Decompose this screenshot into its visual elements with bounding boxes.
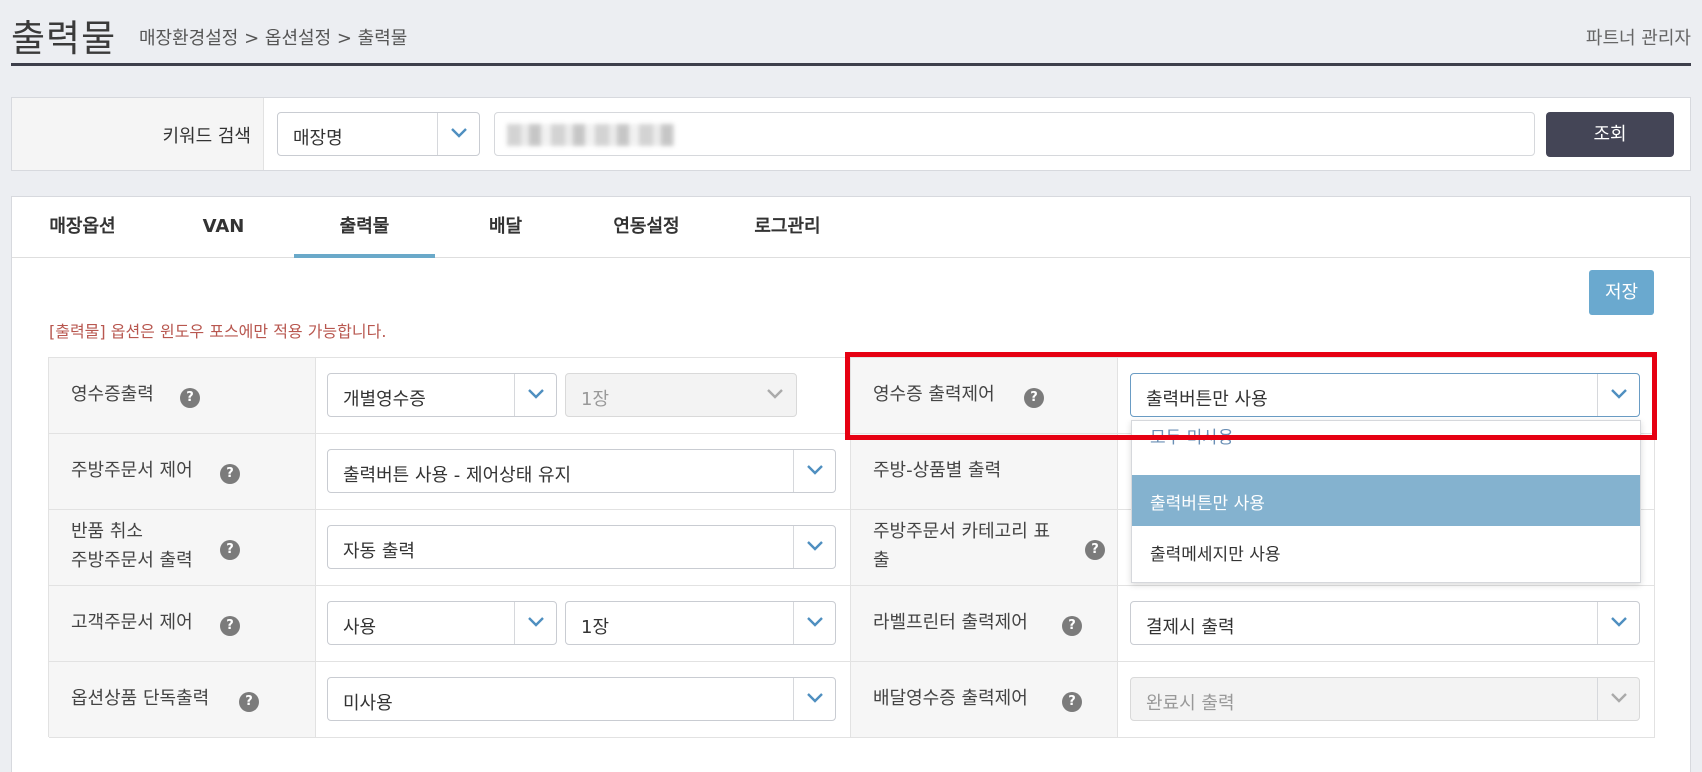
- tab-printouts[interactable]: 출력물: [294, 197, 435, 258]
- help-icon[interactable]: ?: [180, 388, 200, 408]
- option-label-cell: 옵션상품 단독출력 ?: [49, 662, 316, 737]
- page-header: 출력물 매장환경설정 > 옵션설정 > 출력물 파트너 관리자: [11, 0, 1691, 66]
- save-button[interactable]: 저장: [1589, 270, 1654, 315]
- partner-admin-label[interactable]: 파트너 관리자: [1586, 24, 1691, 50]
- chevron-down-icon: [514, 602, 556, 644]
- option-label-cell: 영수증출력 ?: [49, 358, 316, 433]
- help-icon[interactable]: ?: [239, 692, 259, 712]
- chevron-down-icon: [793, 526, 835, 568]
- option-value-cell: 자동 출력: [316, 510, 851, 585]
- redacted-search-text: [507, 124, 675, 146]
- chevron-down-icon: [1597, 602, 1639, 644]
- search-label: 키워드 검색: [162, 126, 251, 147]
- option-label-cell: 주방주문서 카테고리 표 출 ?: [851, 510, 1118, 585]
- option-label-line1: 주방주문서 카테고리 표: [873, 521, 1051, 542]
- tab-integration[interactable]: 연동설정: [576, 197, 717, 258]
- option-label-cell: 반품 취소 주방주문서 출력 ?: [49, 510, 316, 585]
- option-single-select[interactable]: 미사용: [327, 677, 836, 721]
- help-icon[interactable]: ?: [220, 464, 240, 484]
- search-button[interactable]: 조회: [1546, 112, 1674, 157]
- chevron-down-icon: [437, 113, 479, 155]
- kitchen-control-select[interactable]: 출력버튼 사용 - 제어상태 유지: [327, 449, 836, 493]
- table-row: 고객주문서 제어 ? 사용 1장 라벨프린터 출력제어 ? 결제시 출력: [49, 586, 1655, 662]
- option-value-cell: 완료시 출력: [1118, 662, 1655, 737]
- search-label-cell: 키워드 검색: [12, 98, 264, 170]
- help-icon[interactable]: ?: [220, 540, 240, 560]
- delivery-receipt-select[interactable]: 완료시 출력: [1130, 677, 1640, 721]
- option-label: 라벨프린터 출력제어: [873, 612, 1028, 633]
- option-label: 옵션상품 단독출력: [71, 688, 210, 709]
- help-icon[interactable]: ?: [1085, 540, 1105, 560]
- search-panel: 키워드 검색 매장명 조회: [11, 97, 1691, 171]
- option-label-line2: 출: [873, 550, 890, 571]
- breadcrumb: 매장환경설정 > 옵션설정 > 출력물: [139, 28, 408, 49]
- return-cancel-select[interactable]: 자동 출력: [327, 525, 836, 569]
- chevron-down-icon: [793, 602, 835, 644]
- option-value-cell: 미사용: [316, 662, 851, 737]
- customer-copies-select[interactable]: 1장: [565, 601, 836, 645]
- chevron-down-icon: [793, 678, 835, 720]
- receipt-control-dropdown-list: 모두 미사용 출력버튼만 사용 출력메세지만 사용: [1131, 420, 1641, 583]
- chevron-down-icon: [793, 450, 835, 492]
- table-row: 옵션상품 단독출력 ? 미사용 배달영수증 출력제어 ? 완료시 출력: [49, 662, 1655, 738]
- option-label-cell: 라벨프린터 출력제어 ?: [851, 586, 1118, 661]
- option-value-cell: 개별영수증 1장: [316, 358, 851, 433]
- help-icon[interactable]: ?: [1062, 692, 1082, 712]
- option-label-cell: 주방-상품별 출력: [851, 434, 1118, 509]
- option-value-cell: 출력버튼 사용 - 제어상태 유지: [316, 434, 851, 509]
- option-label: 주방-상품별 출력: [873, 460, 1002, 481]
- tab-bar: 매장옵션 VAN 출력물 배달 연동설정 로그관리: [12, 197, 1690, 258]
- notice-text: [출력물] 옵션은 윈도우 포스에만 적용 가능합니다.: [49, 322, 387, 341]
- tab-log-management[interactable]: 로그관리: [717, 197, 858, 258]
- tab-van[interactable]: VAN: [153, 197, 294, 258]
- customer-order-select[interactable]: 사용: [327, 601, 557, 645]
- option-label-line1: 반품 취소: [71, 521, 143, 542]
- receipt-type-select[interactable]: 개별영수증: [327, 373, 557, 417]
- page-title: 출력물: [11, 17, 117, 60]
- chevron-down-icon: [754, 374, 796, 416]
- option-label: 영수증출력: [71, 384, 154, 405]
- option-label-cell: 주방주문서 제어 ?: [49, 434, 316, 509]
- option-label: 배달영수증 출력제어: [873, 688, 1028, 709]
- search-input[interactable]: [494, 112, 1535, 156]
- option-label-cell: 고객주문서 제어 ?: [49, 586, 316, 661]
- search-field-select[interactable]: 매장명: [277, 112, 480, 156]
- help-icon[interactable]: ?: [220, 616, 240, 636]
- highlight-annotation: [845, 352, 1657, 440]
- dropdown-option-selected[interactable]: 출력버튼만 사용: [1132, 475, 1640, 526]
- option-label: 주방주문서 제어: [71, 460, 193, 481]
- tab-delivery[interactable]: 배달: [435, 197, 576, 258]
- option-label-cell: 배달영수증 출력제어 ?: [851, 662, 1118, 737]
- help-icon[interactable]: ?: [1062, 616, 1082, 636]
- option-value-cell: 결제시 출력: [1118, 586, 1655, 661]
- option-value-cell: 사용 1장: [316, 586, 851, 661]
- chevron-down-icon: [1597, 678, 1639, 720]
- option-label-line2: 주방주문서 출력: [71, 550, 193, 571]
- label-printer-select[interactable]: 결제시 출력: [1130, 601, 1640, 645]
- option-label: 고객주문서 제어: [71, 612, 193, 633]
- dropdown-option[interactable]: 출력메세지만 사용: [1132, 526, 1640, 577]
- receipt-copies-select[interactable]: 1장: [565, 373, 797, 417]
- tab-store-options[interactable]: 매장옵션: [12, 197, 153, 258]
- chevron-down-icon: [514, 374, 556, 416]
